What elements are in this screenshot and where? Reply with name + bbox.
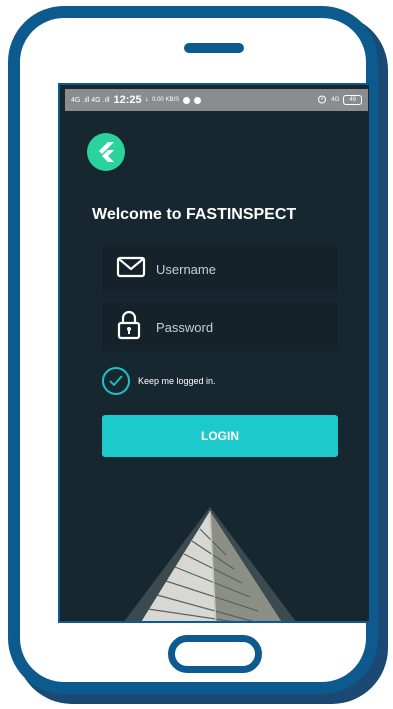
building-image [124,507,296,621]
phone-screen: 4G .ıll 4G .ıll 12:25 ʟ 0.00 KB/S 4G 49 … [58,83,371,623]
mail-icon [116,256,146,283]
username-field[interactable]: Username [102,245,338,293]
status-time: 12:25 [113,94,142,106]
alarm-icon [317,94,327,107]
keep-logged-in-row[interactable]: Keep me logged in. [102,367,216,395]
battery-indicator: 49 [343,95,362,105]
keep-logged-in-checkbox[interactable] [102,367,130,395]
notification-icon [183,96,191,104]
keep-logged-in-label: Keep me logged in. [138,376,216,386]
status-bar: 4G .ıll 4G .ıll 12:25 ʟ 0.00 KB/S 4G 49 [65,89,368,111]
lock-icon [116,310,142,345]
password-field[interactable]: Password [102,303,338,351]
username-placeholder: Username [156,261,216,277]
flutter-logo-icon [87,133,125,171]
phone-speaker [184,43,244,53]
network-type: 4G [331,97,340,103]
notification-icon-2 [194,96,202,104]
check-icon [109,375,123,387]
home-button[interactable] [168,635,262,673]
welcome-title: Welcome to FASTINSPECT [92,206,297,223]
net-speed: 0.00 KB/S [152,97,180,103]
password-placeholder: Password [156,319,214,335]
status-indicator: ʟ [145,97,149,103]
login-button[interactable]: LOGIN [102,415,338,457]
signal-indicator: 4G .ıll 4G .ıll [71,96,110,104]
